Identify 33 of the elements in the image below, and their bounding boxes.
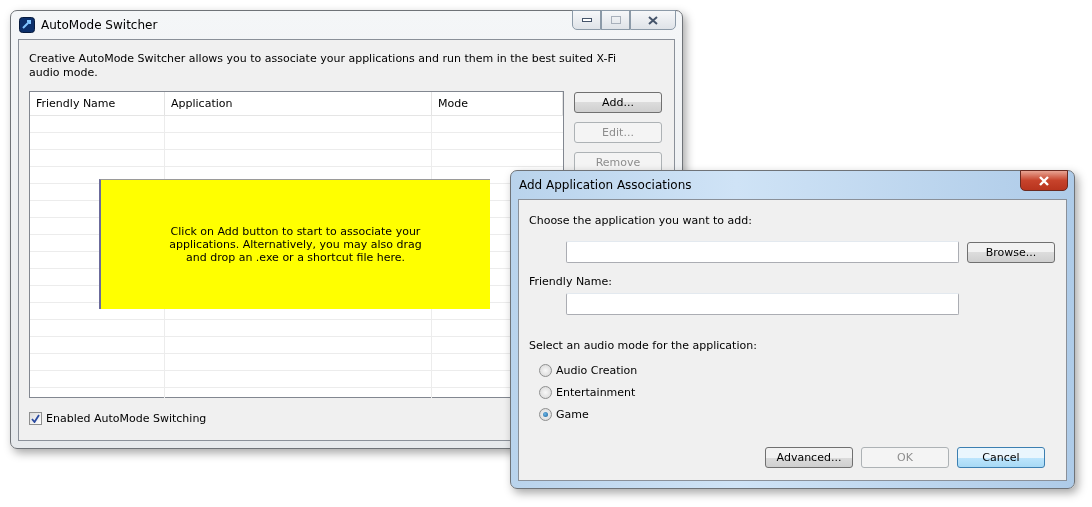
dialog-button[interactable]: Advanced... bbox=[765, 447, 853, 468]
close-icon bbox=[1038, 175, 1050, 186]
checkbox[interactable] bbox=[29, 412, 42, 425]
window-title: AutoMode Switcher bbox=[41, 18, 158, 32]
browse-button[interactable]: Browse... bbox=[967, 241, 1055, 263]
minimize-icon bbox=[581, 18, 592, 22]
drop-hint: Click on Add button to start to associate your applications. Alternatively, you may also drag and drop an .exe or a shortcut file here. bbox=[99, 179, 490, 309]
application-label: Choose the application you want to add: bbox=[529, 214, 753, 227]
radio-button[interactable] bbox=[539, 386, 552, 399]
application-field[interactable] bbox=[566, 241, 959, 263]
close-icon bbox=[648, 15, 658, 25]
dialog-button[interactable]: Cancel bbox=[957, 447, 1045, 468]
action-button[interactable]: Add... bbox=[574, 92, 662, 113]
friendly-name-field[interactable] bbox=[566, 293, 959, 315]
maximize-icon bbox=[610, 16, 621, 24]
app-icon bbox=[19, 17, 35, 33]
close-button[interactable] bbox=[1020, 170, 1068, 191]
column-header[interactable]: Friendly Name bbox=[30, 92, 165, 115]
radio-label[interactable]: Audio Creation bbox=[556, 364, 638, 377]
radio-label[interactable]: Entertainment bbox=[556, 386, 636, 399]
column-header[interactable]: Mode bbox=[432, 92, 563, 115]
radio-button[interactable] bbox=[539, 364, 552, 377]
column-header[interactable]: Application bbox=[165, 92, 432, 115]
dialog-title: Add Application Associations bbox=[519, 178, 692, 192]
mode-label: Select an audio mode for the application: bbox=[529, 339, 758, 352]
close-button[interactable] bbox=[630, 10, 676, 30]
minimize-button[interactable] bbox=[572, 10, 601, 30]
radio-label[interactable]: Game bbox=[556, 408, 589, 421]
description-text: Creative AutoMode Switcher allows you to associate your applications and run them in the best suited X-Fi audio mode. bbox=[29, 52, 617, 80]
radio-button[interactable] bbox=[539, 408, 552, 421]
checkbox-label[interactable]: Enabled AutoMode Switching bbox=[46, 412, 207, 425]
friendly-name-label: Friendly Name: bbox=[529, 275, 614, 288]
checkmark-icon bbox=[31, 414, 40, 423]
